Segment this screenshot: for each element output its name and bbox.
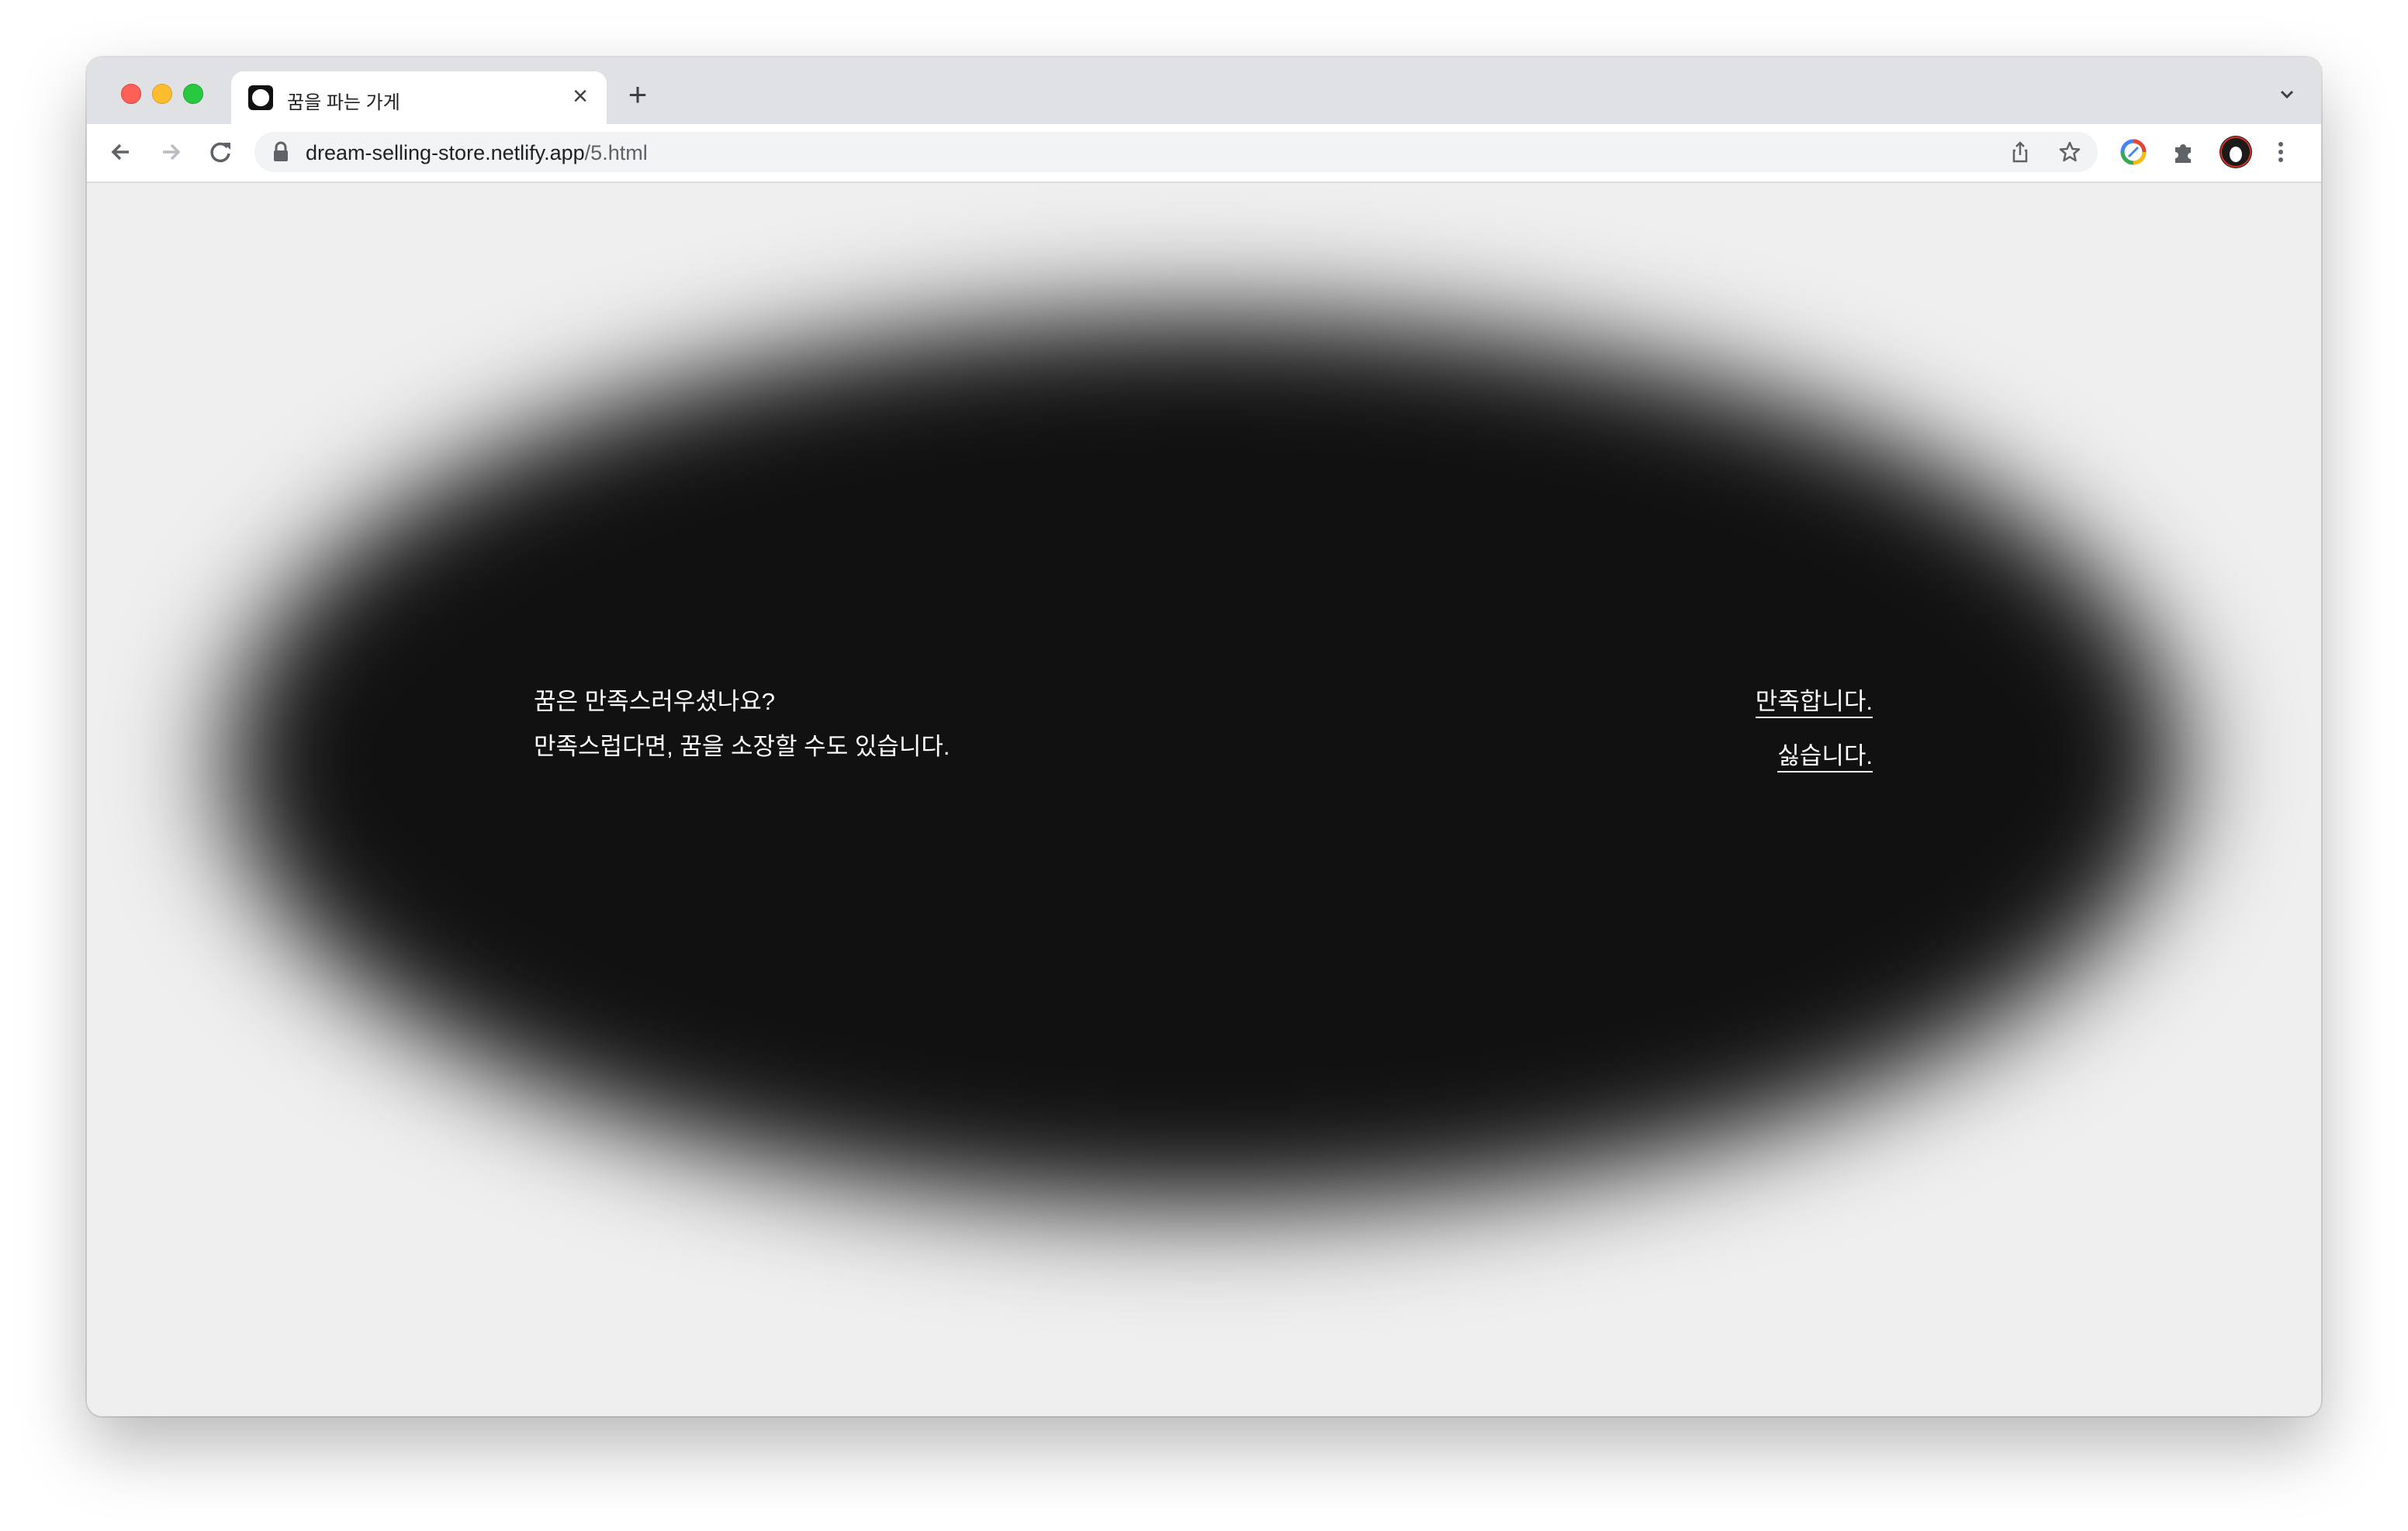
question-line-1: 꿈은 만족스러우셨나요?: [534, 688, 776, 715]
url-text: dream-selling-store.netlify.app/5.html: [306, 141, 648, 165]
tab-active[interactable]: 꿈을 파는 가게 ×: [231, 71, 607, 124]
answer-no-link[interactable]: 싫습니다.: [1777, 741, 1873, 772]
minimize-window-button[interactable]: [152, 84, 172, 104]
browser-toolbar: dream-selling-store.netlify.app/5.html: [87, 124, 2321, 183]
close-window-button[interactable]: [121, 84, 141, 104]
tab-strip: 꿈을 파는 가게 × +: [87, 57, 2321, 124]
maximize-window-button[interactable]: [183, 84, 203, 104]
question-line-2: 만족스럽다면, 꿈을 소장할 수도 있습니다.: [534, 733, 950, 760]
answer-yes-link[interactable]: 만족합니다.: [1755, 687, 1873, 718]
lock-icon[interactable]: [272, 141, 290, 163]
chevron-down-icon[interactable]: [2276, 84, 2298, 105]
share-icon[interactable]: [2008, 140, 2033, 164]
profile-avatar-icon[interactable]: [2219, 135, 2253, 169]
dream-favicon-icon: [248, 85, 273, 110]
forward-icon[interactable]: [154, 135, 188, 169]
extension-colorful-icon[interactable]: [2119, 138, 2147, 166]
extensions-puzzle-icon[interactable]: [2169, 138, 2197, 166]
page-content: 꿈은 만족스러우셨나요? 만족스럽다면, 꿈을 소장할 수도 있습니다. 만족합…: [87, 183, 2321, 1416]
address-bar[interactable]: dream-selling-store.netlify.app/5.html: [254, 132, 2098, 172]
browser-window: 꿈을 파는 가게 × + dream-selling-store.netlify…: [87, 57, 2321, 1416]
question-text: 꿈은 만족스러우셨나요? 만족스럽다면, 꿈을 소장할 수도 있습니다.: [534, 679, 950, 769]
url-path: /5.html: [584, 141, 648, 164]
bookmark-star-icon[interactable]: [2057, 140, 2082, 164]
dream-blob-background: [227, 315, 2181, 1207]
new-tab-button[interactable]: +: [622, 78, 653, 111]
answer-links: 만족합니다. 싫습니다.: [1755, 679, 1873, 788]
more-menu-icon[interactable]: [2271, 138, 2290, 166]
tab-close-icon[interactable]: ×: [566, 82, 594, 110]
url-host: dream-selling-store.netlify.app: [306, 141, 585, 164]
tab-title: 꿈을 파는 가게: [287, 92, 400, 113]
reload-icon[interactable]: [203, 135, 237, 169]
back-icon[interactable]: [104, 135, 138, 169]
